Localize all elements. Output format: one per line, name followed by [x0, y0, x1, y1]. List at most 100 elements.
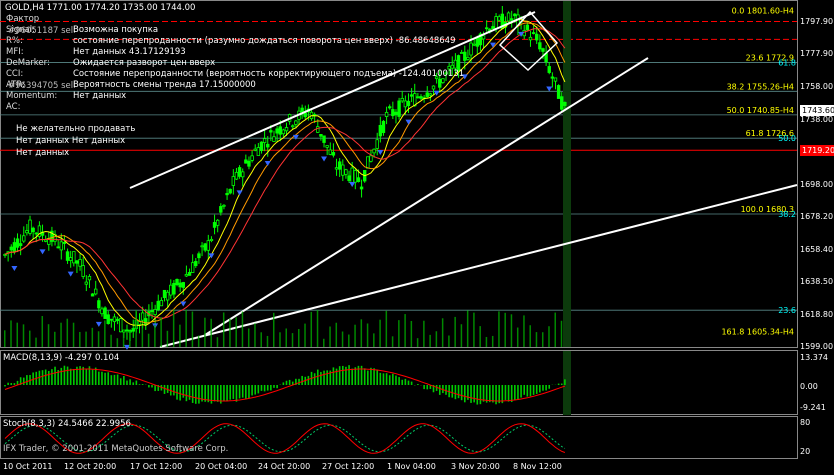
candle-body — [394, 111, 398, 115]
volume-bar — [335, 322, 338, 347]
candle-body — [22, 235, 26, 242]
candle-body — [181, 282, 185, 288]
macd-histogram-bar — [313, 373, 316, 385]
volume-bar — [66, 318, 69, 347]
candle-body — [12, 242, 17, 253]
candle-body — [294, 120, 298, 125]
candle-body — [472, 43, 476, 46]
macd-histogram-bar — [276, 385, 278, 389]
macd-histogram-bar — [548, 385, 551, 389]
macd-histogram-bar — [342, 365, 344, 385]
fractal-down-arrow — [180, 301, 187, 307]
macd-histogram-bar — [41, 370, 44, 385]
candle-body — [291, 125, 295, 128]
macd-histogram-bar — [63, 365, 66, 385]
candle-body — [428, 93, 433, 96]
volume-bar — [416, 338, 419, 347]
current-bar-highlight — [563, 1, 571, 347]
macd-histogram-bar — [116, 374, 119, 385]
volume-bar — [329, 326, 331, 347]
candle-body — [15, 238, 20, 248]
fractal-down-arrow — [67, 271, 74, 277]
macd-histogram-bar — [557, 383, 560, 385]
macd-label: MACD(8,13,9) -4.297 0.104 — [3, 353, 120, 363]
price-tick-label: 1698.00 — [800, 180, 834, 189]
price-tick-label: 1618.80 — [800, 309, 834, 319]
candle-body — [278, 126, 282, 135]
macd-histogram-bar — [323, 370, 325, 385]
volume-bar — [291, 333, 294, 347]
volume-bar — [473, 312, 475, 347]
price-tick-label: 1777.90 — [800, 49, 834, 59]
candle-body — [319, 134, 323, 137]
candle-body — [122, 329, 126, 333]
volume-bar — [60, 322, 62, 347]
volume-bar — [135, 310, 137, 347]
macd-tick-label: -9.241 — [800, 403, 826, 412]
candle-body — [244, 159, 248, 164]
indicator-key: Фактор — [6, 14, 40, 24]
volume-bar — [360, 319, 363, 347]
volume-bar — [210, 318, 212, 347]
macd-histogram-bar — [307, 375, 310, 385]
candle-body — [178, 282, 182, 288]
volume-bar — [341, 331, 344, 347]
candle-body — [384, 112, 389, 117]
volume-bar — [560, 320, 563, 347]
price-tick-label: 1658.40 — [800, 244, 834, 254]
fractal-down-arrow — [546, 86, 553, 92]
candle-body — [106, 314, 110, 324]
macd-histogram-bar — [179, 385, 181, 401]
candle-body — [372, 148, 376, 154]
macd-histogram-bar — [4, 385, 6, 387]
candle-body — [219, 206, 223, 213]
volume-bar — [141, 325, 144, 347]
time-tick-label: 20 Oct 04:00 — [195, 462, 248, 471]
candle-body — [535, 33, 539, 41]
macd-histogram-bar — [198, 385, 200, 404]
candle-body — [497, 16, 501, 21]
macd-histogram-bar — [560, 383, 563, 385]
macd-histogram-bar — [423, 385, 425, 390]
candle-body — [112, 316, 117, 323]
volume-bar — [373, 333, 375, 347]
candle-body — [406, 100, 411, 107]
macd-histogram-bar — [251, 385, 253, 396]
price-tick-label: 1599.00 — [800, 342, 834, 351]
candle-body — [65, 251, 70, 261]
volume-bar — [366, 323, 369, 347]
macd-histogram-bar — [173, 385, 175, 396]
macd-histogram-bar — [245, 385, 247, 399]
volume-bar — [129, 330, 131, 347]
macd-histogram-bar — [216, 385, 219, 402]
macd-histogram-bar — [94, 367, 97, 385]
macd-histogram-bar — [542, 385, 544, 391]
macd-histogram-bar — [338, 366, 341, 385]
candle-body — [344, 169, 348, 175]
volume-bar — [498, 311, 500, 347]
macd-histogram-bar — [326, 370, 328, 385]
volume-bar — [310, 311, 313, 347]
candle-body — [350, 167, 354, 185]
candle-body — [169, 284, 173, 296]
candle-body — [431, 85, 436, 90]
candle-body — [388, 106, 392, 109]
fibo-ratio-tag: 38.2 — [778, 210, 796, 219]
indicator-key: DeMarker: — [6, 58, 50, 68]
candle-body — [400, 97, 404, 102]
time-tick-label: 8 Nov 12:00 — [513, 462, 562, 471]
candle-body — [453, 59, 458, 69]
macd-histogram-bar — [395, 375, 397, 385]
volume-bar — [554, 312, 556, 347]
candle-body — [184, 274, 189, 277]
indicator-key: R%: — [6, 36, 23, 46]
macd-tick-label: 13.374 — [800, 353, 828, 362]
macd-histogram-bar — [385, 373, 388, 385]
time-tick-label: 27 Oct 12:00 — [322, 462, 375, 471]
candle-body — [438, 78, 442, 88]
macd-histogram-bar — [470, 385, 472, 403]
macd-histogram-bar — [332, 367, 335, 385]
volume-bar — [516, 327, 519, 347]
macd-histogram-bar — [526, 385, 529, 397]
macd-histogram-bar — [363, 368, 366, 385]
